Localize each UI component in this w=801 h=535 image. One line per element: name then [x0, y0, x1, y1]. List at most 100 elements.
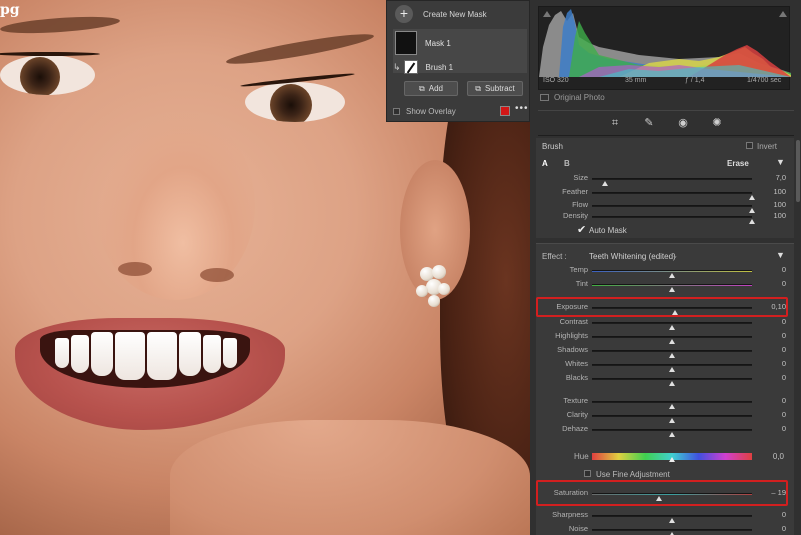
brush-tab-a[interactable]: A	[542, 159, 548, 168]
feather-value[interactable]: 100	[773, 187, 786, 196]
texture-label: Texture	[563, 396, 588, 405]
texture-knob[interactable]	[669, 404, 675, 409]
create-new-mask-row[interactable]: + Create New Mask	[395, 5, 487, 23]
add-button-label: Add	[428, 84, 443, 93]
subtract-button[interactable]: ⧉ Subtract	[467, 81, 523, 96]
plus-icon[interactable]: +	[395, 5, 413, 23]
fine-adjustment-checkbox[interactable]	[584, 470, 591, 477]
whites-slider-row[interactable]: Whites 0	[536, 359, 794, 372]
sharpness-slider-row[interactable]: Sharpness 0	[536, 510, 794, 523]
feather-track[interactable]	[592, 192, 755, 200]
feather-slider-row[interactable]: Feather 100	[536, 187, 794, 200]
brush-erase-tab[interactable]: Erase	[727, 159, 749, 168]
highlights-track[interactable]	[592, 336, 752, 344]
tint-value[interactable]: 0	[782, 279, 786, 288]
density-slider-row[interactable]: Density 100	[536, 211, 794, 224]
dehaze-track[interactable]	[592, 429, 752, 437]
contrast-track[interactable]	[592, 322, 752, 330]
temp-slider-row[interactable]: Temp 0	[536, 265, 794, 278]
original-photo-icon	[540, 94, 549, 101]
size-value[interactable]: 7,0	[776, 173, 786, 182]
highlights-slider-row[interactable]: Highlights 0	[536, 331, 794, 344]
clarity-value[interactable]: 0	[782, 410, 786, 419]
highlights-value[interactable]: 0	[782, 331, 786, 340]
masking-icon[interactable]: ✺	[711, 117, 723, 129]
blacks-track[interactable]	[592, 378, 752, 386]
mask-thumbnail	[395, 31, 417, 55]
blacks-knob[interactable]	[669, 381, 675, 386]
checkmark-icon[interactable]: ✔	[577, 223, 586, 236]
noise-track[interactable]	[592, 529, 752, 535]
highlight-clipping-icon[interactable]	[779, 11, 787, 17]
density-value[interactable]: 100	[773, 211, 786, 220]
contrast-slider-row[interactable]: Contrast 0	[536, 317, 794, 330]
size-track[interactable]	[592, 178, 752, 186]
temp-value[interactable]: 0	[782, 265, 786, 274]
sharpness-value[interactable]: 0	[782, 510, 786, 519]
flow-slider-row[interactable]: Flow 100	[536, 200, 794, 213]
histogram: ISO 320 35 mm ƒ / 1,4 1/4700 sec	[538, 6, 791, 90]
whites-knob[interactable]	[669, 367, 675, 372]
whites-track[interactable]	[592, 364, 752, 372]
hue-knob[interactable]	[669, 457, 675, 462]
dehaze-knob[interactable]	[669, 432, 675, 437]
contrast-knob[interactable]	[669, 325, 675, 330]
dehaze-value[interactable]: 0	[782, 424, 786, 433]
tint-track[interactable]	[592, 284, 752, 292]
hue-spectrum-slider[interactable]	[592, 453, 752, 462]
shadows-slider-row[interactable]: Shadows 0	[536, 345, 794, 358]
contrast-value[interactable]: 0	[782, 317, 786, 326]
brush-disclosure-icon[interactable]: ▼	[776, 157, 785, 167]
sharpness-knob[interactable]	[669, 518, 675, 523]
tint-knob[interactable]	[669, 287, 675, 292]
density-knob[interactable]	[749, 219, 755, 224]
size-knob[interactable]	[601, 181, 608, 186]
focal-length-readout: 35 mm	[625, 77, 647, 84]
show-overlay-row[interactable]: Show Overlay	[393, 107, 456, 116]
blacks-value[interactable]: 0	[782, 373, 786, 382]
effect-preset-dropdown[interactable]: Teeth Whitening (edited)	[589, 252, 676, 261]
create-new-mask-label[interactable]: Create New Mask	[423, 10, 487, 19]
whites-value[interactable]: 0	[782, 359, 786, 368]
show-overlay-checkbox[interactable]	[393, 108, 400, 115]
noise-value[interactable]: 0	[782, 524, 786, 533]
clarity-slider-row[interactable]: Clarity 0	[536, 410, 794, 423]
mask-item[interactable]: Mask 1	[395, 31, 451, 55]
blacks-slider-row[interactable]: Blacks 0	[536, 373, 794, 386]
temp-knob[interactable]	[669, 273, 675, 278]
shadows-track[interactable]	[592, 350, 752, 358]
chevron-down-icon[interactable]: ⌄	[672, 252, 678, 260]
more-options-icon[interactable]: •••	[515, 103, 529, 114]
tint-slider-row[interactable]: Tint 0	[536, 279, 794, 292]
sharpness-track[interactable]	[592, 515, 752, 523]
brush-item[interactable]: ↳ Brush 1	[393, 60, 453, 74]
add-button[interactable]: ⧉ Add	[404, 81, 458, 96]
brush-tab-b[interactable]: B	[564, 159, 570, 168]
dehaze-slider-row[interactable]: Dehaze 0	[536, 424, 794, 437]
shadows-knob[interactable]	[669, 353, 675, 358]
texture-slider-row[interactable]: Texture 0	[536, 396, 794, 409]
shadows-value[interactable]: 0	[782, 345, 786, 354]
texture-track[interactable]	[592, 401, 752, 409]
flow-value[interactable]: 100	[773, 200, 786, 209]
clarity-knob[interactable]	[669, 418, 675, 423]
size-slider-row[interactable]: Size 7,0	[536, 173, 794, 186]
overlay-color-swatch[interactable]	[500, 106, 510, 116]
texture-value[interactable]: 0	[782, 396, 786, 405]
invert-checkbox[interactable]	[746, 142, 753, 149]
healing-icon[interactable]: ✎	[643, 117, 655, 129]
flow-track[interactable]	[592, 205, 755, 213]
photo-right-eye	[245, 82, 345, 122]
auto-mask-label: Auto Mask	[589, 226, 627, 235]
panel-scrollbar[interactable]	[796, 140, 800, 202]
temp-track[interactable]	[592, 270, 752, 278]
noise-slider-row[interactable]: Noise 0	[536, 524, 794, 535]
original-photo-toggle[interactable]: Original Photo	[540, 93, 605, 102]
shadow-clipping-icon[interactable]	[543, 11, 551, 17]
highlights-knob[interactable]	[669, 339, 675, 344]
density-track[interactable]	[592, 216, 755, 224]
red-eye-icon[interactable]: ◉	[677, 117, 689, 129]
clarity-track[interactable]	[592, 415, 752, 423]
crop-icon[interactable]: ⌗	[609, 117, 621, 129]
effect-disclosure-icon[interactable]: ▼	[776, 250, 785, 260]
